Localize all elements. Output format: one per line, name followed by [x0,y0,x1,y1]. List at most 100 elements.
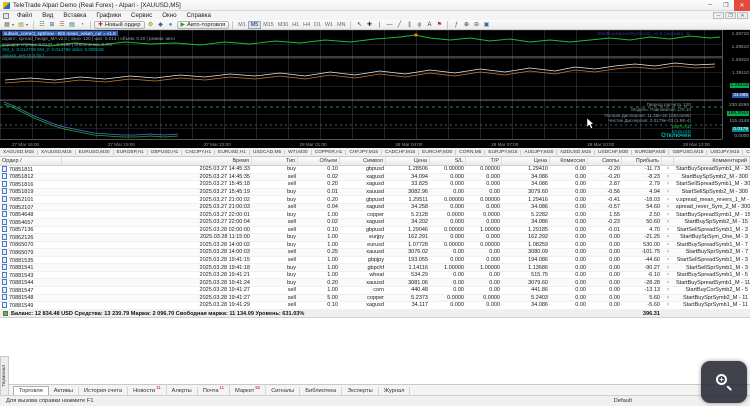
chart-tab-usdchf-m30[interactable]: USDCHF,M30 [595,149,633,155]
close-position-button[interactable]: × [662,227,674,233]
vertical-line-icon[interactable]: | [374,21,384,29]
terminal-tab-3[interactable]: Новости11 [128,384,167,395]
trade-table-header[interactable]: Ордер / Время Тип Объем Символ Цена S/L T/P Цена… [0,157,750,166]
terminal-tab-5[interactable]: Почта11 [198,384,231,395]
close-position-button[interactable]: × [662,197,674,203]
terminal-tab-7[interactable]: Сигналы [266,387,301,395]
close-position-button[interactable]: × [662,204,674,210]
menu-item-0[interactable]: Файл [12,12,37,19]
market-watch-icon[interactable]: ☷ [37,21,47,29]
timeframe-mn[interactable]: MN [335,22,347,28]
child-minimize-button[interactable]: ─ [713,12,724,19]
close-position-button[interactable]: × [662,189,674,195]
autotrading-button[interactable]: ▶ Авто-торговля [176,20,230,29]
column-header-8[interactable]: Цена [502,157,550,165]
table-row[interactable]: 70857136 2025.03.28 02:00:00 sell 0.10 gbpus… [0,226,750,235]
chart-tab-xagusd-m15[interactable]: XAGUSD,M15 [0,149,38,155]
terminal-tab-2[interactable]: История счета [79,387,129,395]
table-row[interactable]: 70881544 2025.03.28 19:41:24 buy 0.20 xauusd… [0,279,750,287]
close-position-button[interactable]: × [662,234,674,240]
column-header-6[interactable]: S/L [430,157,466,165]
column-header-13[interactable]: Комментарий [674,157,750,165]
close-position-button[interactable]: × [662,242,674,248]
cursor-icon[interactable]: ↖ [354,21,364,29]
table-row[interactable]: 70862126 2025.03.28 11:15:00 buy 1.00 eurjpy… [0,233,750,242]
chart-tab-gbpusd-m15[interactable]: GBPUSD,M15 [669,149,708,155]
chart-tab-copper-h1[interactable]: COPPER,H1 [312,149,347,155]
price-scale[interactable]: 1.29710 1.29510 1.29310 1.29110 1.29416 34.08… [722,30,750,139]
table-row[interactable]: 70881541 2025.03.28 19:41:18 buy 1.00 gbpchf… [0,264,750,272]
chart-tab-wti-m30[interactable]: WTI,M30 [285,149,312,155]
profiles-icon-caret[interactable]: ▾ [26,22,30,27]
close-position-button[interactable]: × [662,212,674,218]
table-row[interactable]: 70851811 2025.03.27 14:45:33 buy 0.10 gbpusd… [0,166,750,174]
menu-item-1[interactable]: Вид [37,12,58,19]
table-row[interactable]: 70865079 2025.03.28 14:00:03 sell 0.25 xauus… [0,248,750,257]
column-header-11[interactable]: Прибыль [622,157,662,165]
column-header-5[interactable]: Цена [386,157,430,165]
close-button[interactable]: ✕ [734,0,750,11]
table-row[interactable]: 70881549 2025.03.28 19:41:29 sell 0.10 xagus… [0,301,750,310]
timeframe-h1[interactable]: H1 [290,22,301,28]
trendline-icon[interactable]: ╱ [394,21,404,29]
close-position-button[interactable]: × [662,272,674,278]
table-row[interactable]: 70865070 2025.03.28 14:00:02 buy 1.00 eurusd… [0,241,750,250]
close-position-button[interactable]: × [662,287,674,293]
market-icon[interactable]: ◆ [156,21,166,29]
chart-window[interactable]: subwin_correct_spShow - B/S mean_volum_c… [0,30,750,148]
close-position-button[interactable]: × [662,174,674,180]
table-row[interactable]: 70852107 2025.03.27 21:00:03 sell 0.04 xagus… [0,203,750,212]
chart-tab-eurjpy-m15[interactable]: EURJPY,M15 [485,149,522,155]
chart-plot-area[interactable]: subwin_correct_spShow - B/S mean_volum_c… [0,30,722,139]
table-row[interactable]: 70881547 2025.03.28 19:41:27 sell 1.00 corn 4… [0,286,750,295]
profiles-icon[interactable]: ▤ [16,21,26,29]
column-header-12[interactable] [662,157,674,165]
close-position-button[interactable]: × [662,257,674,263]
terminal-tab-10[interactable]: Журнал [379,387,411,395]
menu-item-6[interactable]: Справка [182,12,216,19]
column-header-2[interactable]: Тип [252,157,298,165]
chart-tab-cadchf-m15[interactable]: CADCHF,M15 [382,149,420,155]
minimize-button[interactable]: ─ [702,0,718,11]
terminal-tab-1[interactable]: Активы [49,387,80,395]
table-row[interactable]: 70852101 2025.03.27 21:00:02 buy 0.20 gbpusd… [0,196,750,204]
zoom-in-icon[interactable]: ⊕ [461,21,471,29]
column-header-4[interactable]: Символ [340,157,386,165]
table-row[interactable]: 70854648 2025.03.27 22:00:01 buy 1.00 copper… [0,211,750,219]
new-order-button[interactable]: ✚ Новый ордер [94,20,145,29]
close-position-button[interactable]: × [662,295,674,301]
table-row[interactable]: 70851816 2025.03.27 15:45:18 sell 0.20 xagus… [0,180,750,189]
timeframe-d1[interactable]: D1 [312,22,323,28]
terminal-tab-0[interactable]: Торговля [13,386,49,395]
table-row[interactable]: 70851819 2025.03.27 15:45:19 buy 0.01 xauusd… [0,188,750,197]
text-icon[interactable]: A [424,21,434,29]
chart-tab-eurusd-m30[interactable]: EURUSD,M30 [76,149,114,155]
chart-tab-gbpusd-h1[interactable]: GBPUSD,H1 [148,149,183,155]
chart-tab-copper-h4[interactable]: COPPER,H4 [743,150,750,155]
terminal-tab-6[interactable]: Маркет52 [230,384,267,395]
timeframe-h4[interactable]: H4 [301,22,312,28]
maximize-button[interactable]: ❐ [718,0,734,11]
column-header-9[interactable]: Комиссия [550,157,588,165]
close-position-button[interactable]: × [662,249,674,255]
signals-icon[interactable]: ● [166,21,176,29]
chart-tab-eurchf-m30[interactable]: EURCHF,M30 [419,149,457,155]
column-header-10[interactable]: Свопы [588,157,622,165]
chart-tab-eurusd-h1[interactable]: EURUSD,H1 [215,149,250,155]
timeframe-m1[interactable]: M1 [236,22,248,28]
close-position-button[interactable]: × [662,181,674,187]
chart-tab-eurgbp-h1[interactable]: EURGBP,H1 [114,149,148,155]
ea-smiley-icon[interactable]: ☺ [685,31,691,37]
chart-tab-chfjpy-m15[interactable]: CHFJPY,M15 [346,149,383,155]
navigator-icon[interactable]: ☰ [57,21,67,29]
table-row[interactable]: 70881543 2025.03.28 19:41:21 buy 1.00 wheat 5… [0,271,750,280]
menu-item-4[interactable]: Сервис [126,12,157,19]
chart-tab-cadjpy-h1[interactable]: CADJPY,H1 [182,149,216,155]
child-maximize-button[interactable]: ❐ [725,12,736,19]
metaeditor-icon[interactable]: ⚙ [146,21,156,29]
close-position-button[interactable]: × [662,166,674,172]
terminal-tab-8[interactable]: Библиотека [300,387,343,395]
timeframe-m30[interactable]: M30 [276,22,291,28]
column-header-0[interactable]: Ордер / [0,157,62,165]
column-header-1[interactable]: Время [62,157,252,165]
